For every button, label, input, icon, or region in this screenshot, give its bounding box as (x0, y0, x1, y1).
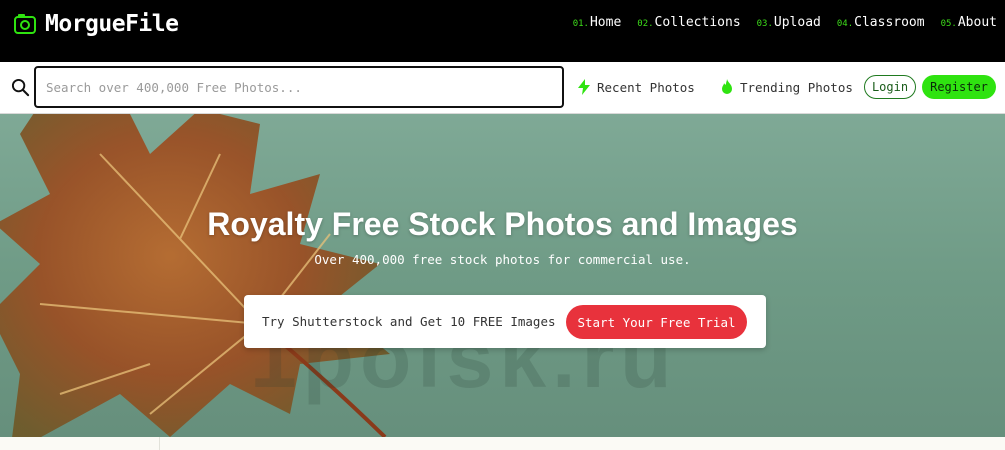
search-bar-row: Recent Photos Trending Photos Login Regi… (0, 62, 1005, 114)
recent-photos-link[interactable]: Recent Photos (577, 79, 695, 95)
nav-label: Collections (654, 15, 741, 30)
nav-number: 02. (637, 19, 654, 29)
nav-number: 05. (940, 19, 957, 29)
free-trial-button[interactable]: Start Your Free Trial (566, 305, 747, 339)
login-button[interactable]: Login (864, 75, 916, 99)
nav-upload[interactable]: 03. Upload (757, 15, 821, 30)
search-input[interactable] (34, 66, 564, 108)
nav-label: Classroom (854, 15, 925, 30)
top-bar: MorgueFile 01. Home 02. Collections 03. … (0, 0, 1005, 62)
register-button[interactable]: Register (922, 75, 996, 99)
brand-logo[interactable]: MorgueFile (13, 8, 179, 40)
search-icon[interactable] (11, 78, 30, 97)
hero-title: Royalty Free Stock Photos and Images (207, 206, 798, 242)
nav-classroom[interactable]: 04. Classroom (837, 15, 925, 30)
lightning-icon (578, 79, 590, 95)
brand-name: MorgueFile (45, 11, 179, 37)
nav-home[interactable]: 01. Home (573, 15, 622, 30)
trending-photos-label: Trending Photos (740, 79, 853, 95)
nav-label: Home (589, 15, 622, 30)
main-nav: 01. Home 02. Collections 03. Upload 04. … (557, 15, 997, 30)
nav-number: 01. (572, 19, 589, 29)
promo-box: Try Shutterstock and Get 10 FREE Images … (244, 295, 766, 348)
hero-banner: Royalty Free Stock Photos and Images Ove… (0, 114, 1005, 437)
promo-text: Try Shutterstock and Get 10 FREE Images (262, 314, 556, 329)
camera-logo-icon (14, 14, 36, 34)
hero-subtitle: Over 400,000 free stock photos for comme… (314, 252, 691, 267)
maple-leaf-image (0, 114, 390, 437)
nav-collections[interactable]: 02. Collections (637, 15, 740, 30)
nav-number: 04. (836, 19, 854, 29)
nav-number: 03. (756, 19, 773, 29)
recent-photos-label: Recent Photos (597, 79, 695, 95)
nav-label: About (957, 15, 997, 30)
trending-photos-link[interactable]: Trending Photos (720, 79, 853, 95)
column-divider (159, 437, 160, 450)
nav-about[interactable]: 05. About (941, 15, 997, 30)
content-area-top (0, 437, 1005, 450)
fire-icon (722, 79, 732, 94)
nav-label: Upload (773, 15, 821, 30)
